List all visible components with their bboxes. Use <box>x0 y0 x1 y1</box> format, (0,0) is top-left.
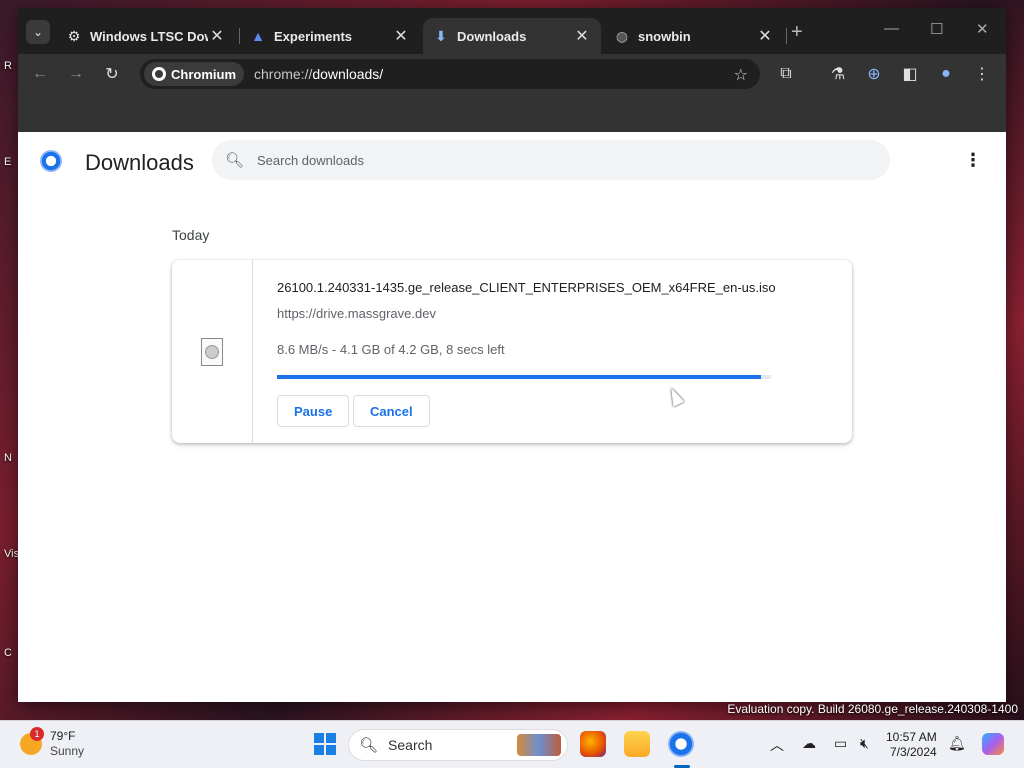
back-button[interactable]: ← <box>28 62 52 86</box>
file-explorer-icon[interactable] <box>624 731 650 757</box>
tab-title: Experiments <box>274 28 353 44</box>
side-panel-icon[interactable]: ◧ <box>898 62 922 86</box>
disc-icon <box>205 345 219 359</box>
date-header: Today <box>172 227 210 243</box>
search-downloads-box[interactable]: 🔍︎ <box>212 140 890 180</box>
progress-bar <box>277 375 771 379</box>
page-title: Downloads <box>85 150 194 175</box>
display-icon[interactable]: ▭ <box>834 735 847 752</box>
desktop-label-5: C <box>4 647 12 659</box>
taskbar-search-label: Search <box>388 737 433 753</box>
tab-snowbin[interactable]: ◍ snowbin ✕ <box>604 18 784 54</box>
url-text: chrome://downloads/ <box>254 66 383 82</box>
weather-text: 79°F Sunny <box>50 729 84 759</box>
more-actions-icon[interactable]: ⋮ <box>964 150 982 171</box>
site-info-chip[interactable]: Chromium <box>144 62 244 86</box>
download-item-card: 26100.1.240331-1435.ge_release_CLIENT_EN… <box>172 260 852 443</box>
sun-icon: 1 <box>20 727 44 755</box>
url-path: downloads/ <box>312 66 384 82</box>
chromium-icon <box>152 67 166 81</box>
downloads-page: Downloads 🔍︎ ⋮ Today 26100.1.240331-1435… <box>18 132 1006 702</box>
firefox-icon[interactable] <box>580 731 606 757</box>
search-icon: 🔍︎ <box>225 152 245 169</box>
close-icon[interactable]: ✕ <box>573 26 591 46</box>
windows-start-icon[interactable] <box>314 733 336 755</box>
taskbar: 1 79°F Sunny 🔍︎ Search ︿ ☁ ▭ 🔇︎ 10:57 AM… <box>0 720 1024 768</box>
source-url-link[interactable]: https://drive.massgrave.dev <box>277 306 436 321</box>
close-icon[interactable]: ✕ <box>756 26 774 46</box>
chip-label: Chromium <box>171 66 236 82</box>
gear-icon: ⚙ <box>67 27 81 44</box>
extensions-icon[interactable]: ⧉ <box>774 62 798 86</box>
tab-experiments[interactable]: ▲ Experiments ✕ <box>240 18 420 54</box>
forward-button[interactable]: → <box>64 62 88 86</box>
download-indicator-icon[interactable]: ⊕ <box>862 62 886 86</box>
chromium-taskbar-icon[interactable] <box>668 731 694 757</box>
desktop-label-3: N <box>4 452 12 464</box>
clock-time: 10:57 AM <box>886 730 937 744</box>
desktop-label-1: R <box>4 60 12 72</box>
close-icon[interactable]: ✕ <box>392 26 410 46</box>
browser-toolbar: ← → ↻ Chromium chrome://downloads/ ☆ ⧉ ⚗… <box>18 54 1006 94</box>
cancel-button[interactable]: Cancel <box>353 395 430 427</box>
chromium-logo <box>40 150 62 172</box>
chevron-down-icon: ⌄ <box>32 25 44 39</box>
search-highlight-image <box>517 734 561 756</box>
tab-title: Windows LTSC Dow <box>90 28 208 44</box>
flask-icon: ▲ <box>251 28 265 44</box>
experiments-flask-icon[interactable]: ⚗ <box>826 62 850 86</box>
tab-title: snowbin <box>638 28 691 44</box>
tab-downloads[interactable]: ⬇ Downloads ✕ <box>423 18 601 54</box>
tab-search-button[interactable]: ⌄ <box>26 20 50 44</box>
disc-image-file-icon <box>201 338 223 366</box>
download-icon: ⬇ <box>435 27 447 44</box>
file-icon-column <box>172 260 253 443</box>
pause-button[interactable]: Pause <box>277 395 350 427</box>
minimize-button[interactable]: — <box>884 20 899 37</box>
desktop-label-2: E <box>4 156 12 168</box>
close-icon[interactable]: ✕ <box>208 26 226 46</box>
maximize-button[interactable]: ☐ <box>930 20 943 38</box>
address-bar[interactable]: Chromium chrome://downloads/ ☆ <box>140 59 760 89</box>
weather-widget[interactable]: 1 79°F Sunny <box>20 727 84 759</box>
bookmark-star-icon[interactable]: ☆ <box>734 65 748 85</box>
close-window-button[interactable]: ✕ <box>976 20 989 38</box>
bookmarks-bar <box>18 94 1006 132</box>
reload-button[interactable]: ↻ <box>100 62 124 86</box>
clock-date: 7/3/2024 <box>889 745 937 759</box>
menu-kebab-icon[interactable]: ⋮ <box>970 62 994 86</box>
taskbar-search[interactable]: 🔍︎ Search <box>348 729 568 761</box>
onedrive-offline-icon[interactable]: ☁ <box>802 735 816 752</box>
progress-fill <box>277 375 762 379</box>
tab-title: Downloads <box>457 28 527 44</box>
file-name-link[interactable]: 26100.1.240331-1435.ge_release_CLIENT_EN… <box>277 280 776 295</box>
url-scheme: chrome:// <box>254 66 313 82</box>
notification-bell-icon[interactable]: 🔔︎ <box>948 735 966 752</box>
notification-badge: 1 <box>30 727 44 741</box>
new-tab-button[interactable]: + <box>791 21 803 44</box>
tab-separator <box>786 28 787 44</box>
weather-temp: 79°F <box>50 729 76 743</box>
copilot-icon[interactable] <box>982 733 1004 755</box>
globe-icon: ◍ <box>615 27 629 44</box>
evaluation-watermark: Evaluation copy. Build 26080.ge_release.… <box>727 702 1018 716</box>
tab-strip: ⌄ ⚙ Windows LTSC Dow ✕ ▲ Experiments ✕ ⬇… <box>18 8 1006 54</box>
speaker-muted-icon[interactable]: 🔇︎ <box>860 735 869 752</box>
download-status: 8.6 MB/s - 4.1 GB of 4.2 GB, 8 secs left <box>277 342 505 357</box>
profile-avatar-icon[interactable]: ● <box>934 62 958 86</box>
tab-windows-ltsc[interactable]: ⚙ Windows LTSC Dow ✕ <box>56 18 236 54</box>
desktop-label-4: Vis <box>4 548 20 560</box>
weather-condition: Sunny <box>50 744 85 758</box>
clock[interactable]: 10:57 AM 7/3/2024 <box>886 730 937 760</box>
browser-window: ⌄ ⚙ Windows LTSC Dow ✕ ▲ Experiments ✕ ⬇… <box>18 8 1006 702</box>
show-hidden-icons-chevron-icon[interactable]: ︿ <box>770 735 784 755</box>
search-input[interactable] <box>257 152 857 168</box>
search-icon: 🔍︎ <box>359 737 379 754</box>
